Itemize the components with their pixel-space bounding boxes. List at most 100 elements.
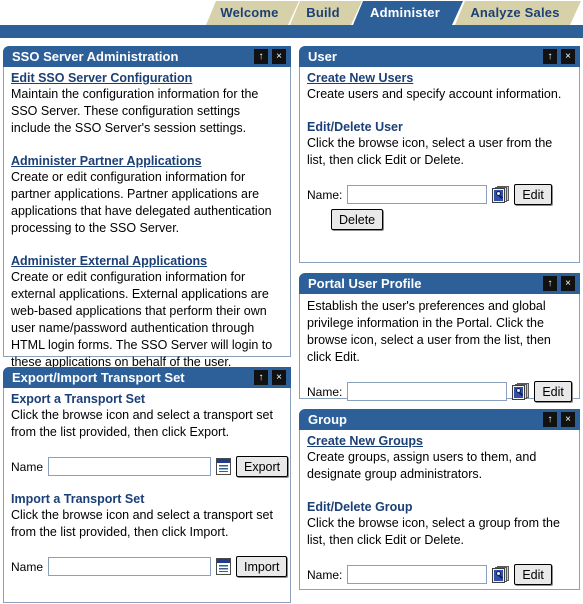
panel-transport-header-icons: ↑ × [254, 370, 286, 385]
list-browse-icon[interactable] [216, 458, 232, 475]
panel-profile-header-icons: ↑ × [543, 276, 575, 291]
header-blue-band [0, 25, 583, 38]
panel-sso-server-administration: SSO Server Administration ↑ × Edit SSO S… [3, 46, 291, 369]
user-form-row: Name: Edit [307, 184, 572, 205]
text-portal-user-profile: Establish the user's preferences and glo… [307, 299, 551, 364]
group-form-row: Name: Edit [307, 564, 572, 585]
panel-group-header: Group ↑ × [299, 409, 580, 430]
profile-name-label: Name: [307, 384, 343, 399]
close-icon[interactable]: × [561, 49, 575, 64]
import-name-label: Name [11, 559, 44, 574]
heading-import-a-transport-set: Import a Transport Set [11, 492, 145, 506]
link-create-new-users[interactable]: Create New Users [307, 71, 413, 85]
panel-sso-header-icons: ↑ × [254, 49, 286, 64]
panel-profile-body: Establish the user's preferences and glo… [299, 294, 580, 402]
user-delete-button[interactable]: Delete [331, 209, 384, 230]
close-icon[interactable]: × [561, 412, 575, 427]
panel-user-header: User ↑ × [299, 46, 580, 67]
text-create-new-groups: Create groups, assign users to them, and… [307, 450, 537, 481]
close-icon[interactable]: × [561, 276, 575, 291]
tab-bar: Welcome Build Administer Analyze Sales [0, 0, 583, 40]
link-administer-external-applications[interactable]: Administer External Applications [11, 254, 207, 268]
panel-group-body: Create New Groups Create groups, assign … [299, 430, 580, 590]
export-name-label: Name [11, 459, 44, 474]
left-column: SSO Server Administration ↑ × Edit SSO S… [3, 46, 291, 604]
heading-edit-delete-user: Edit/Delete User [307, 120, 403, 134]
user-name-input[interactable] [347, 185, 488, 204]
collapse-icon[interactable]: ↑ [543, 412, 557, 427]
collapse-icon[interactable]: ↑ [543, 276, 557, 291]
text-administer-external-applications: Create or edit configuration information… [11, 270, 273, 369]
panel-sso-body: Edit SSO Server Configuration Maintain t… [3, 67, 291, 369]
panel-group: Group ↑ × Create New Groups Create group… [299, 409, 580, 590]
text-edit-delete-user: Click the browse icon, select a user fro… [307, 136, 553, 167]
link-administer-partner-applications[interactable]: Administer Partner Applications [11, 154, 202, 168]
import-name-input[interactable] [48, 557, 212, 576]
panel-group-header-icons: ↑ × [543, 412, 575, 427]
profile-name-input[interactable] [347, 382, 508, 401]
panel-export-import-transport-set: Export/Import Transport Set ↑ × Export a… [3, 367, 291, 603]
panel-transport-header: Export/Import Transport Set ↑ × [3, 367, 291, 388]
panel-profile-title: Portal User Profile [308, 276, 422, 291]
panel-user-header-icons: ↑ × [543, 49, 575, 64]
profile-edit-button[interactable]: Edit [534, 381, 572, 402]
panel-group-title: Group [308, 412, 347, 427]
collapse-icon[interactable]: ↑ [254, 370, 268, 385]
tab-administer-label: Administer [370, 5, 440, 20]
import-button[interactable]: Import [236, 556, 288, 577]
group-edit-button[interactable]: Edit [514, 564, 552, 585]
export-button[interactable]: Export [236, 456, 289, 477]
panel-portal-user-profile: Portal User Profile ↑ × Establish the us… [299, 273, 580, 402]
list-browse-icon[interactable] [216, 558, 232, 575]
text-create-new-users: Create users and specify account informa… [307, 87, 562, 101]
user-browse-icon[interactable] [512, 382, 530, 401]
text-import-a-transport-set: Click the browse icon and select a trans… [11, 508, 273, 539]
tab-welcome-label: Welcome [220, 5, 279, 20]
panel-transport-body: Export a Transport Set Click the browse … [3, 388, 291, 603]
export-form-row: Name Export [11, 456, 289, 477]
group-name-input[interactable] [347, 565, 488, 584]
collapse-icon[interactable]: ↑ [543, 49, 557, 64]
tabs-row: Welcome Build Administer Analyze Sales [0, 0, 583, 25]
panel-transport-title: Export/Import Transport Set [12, 370, 185, 385]
group-browse-icon[interactable] [492, 565, 510, 584]
tab-welcome[interactable]: Welcome [206, 1, 299, 25]
group-name-label: Name: [307, 567, 343, 582]
tab-analyze-sales[interactable]: Analyze Sales [455, 1, 581, 25]
page-root: Welcome Build Administer Analyze Sales S… [0, 0, 583, 604]
link-edit-sso-server-configuration[interactable]: Edit SSO Server Configuration [11, 71, 192, 85]
heading-edit-delete-group: Edit/Delete Group [307, 500, 413, 514]
user-delete-row: Delete [331, 209, 572, 230]
right-column: User ↑ × Create New Users Create users a… [299, 46, 580, 600]
tab-build[interactable]: Build [290, 1, 362, 25]
import-form-row: Name Import [11, 556, 288, 577]
close-icon[interactable]: × [272, 49, 286, 64]
text-export-a-transport-set: Click the browse icon and select a trans… [11, 408, 273, 439]
close-icon[interactable]: × [272, 370, 286, 385]
panel-sso-title: SSO Server Administration [12, 49, 179, 64]
text-edit-sso-server-configuration: Maintain the configuration information f… [11, 87, 259, 135]
export-name-input[interactable] [48, 457, 212, 476]
collapse-icon[interactable]: ↑ [254, 49, 268, 64]
panel-user-title: User [308, 49, 337, 64]
text-edit-delete-group: Click the browse icon, select a group fr… [307, 516, 560, 547]
text-administer-partner-applications: Create or edit configuration information… [11, 170, 272, 235]
link-create-new-groups[interactable]: Create New Groups [307, 434, 423, 448]
user-edit-button[interactable]: Edit [514, 184, 552, 205]
tab-build-label: Build [306, 5, 340, 20]
content-columns: SSO Server Administration ↑ × Edit SSO S… [0, 46, 583, 604]
panel-sso-header: SSO Server Administration ↑ × [3, 46, 291, 67]
tab-administer[interactable]: Administer [353, 1, 463, 25]
user-browse-icon[interactable] [492, 185, 510, 204]
panel-user: User ↑ × Create New Users Create users a… [299, 46, 580, 263]
user-name-label: Name: [307, 187, 343, 202]
